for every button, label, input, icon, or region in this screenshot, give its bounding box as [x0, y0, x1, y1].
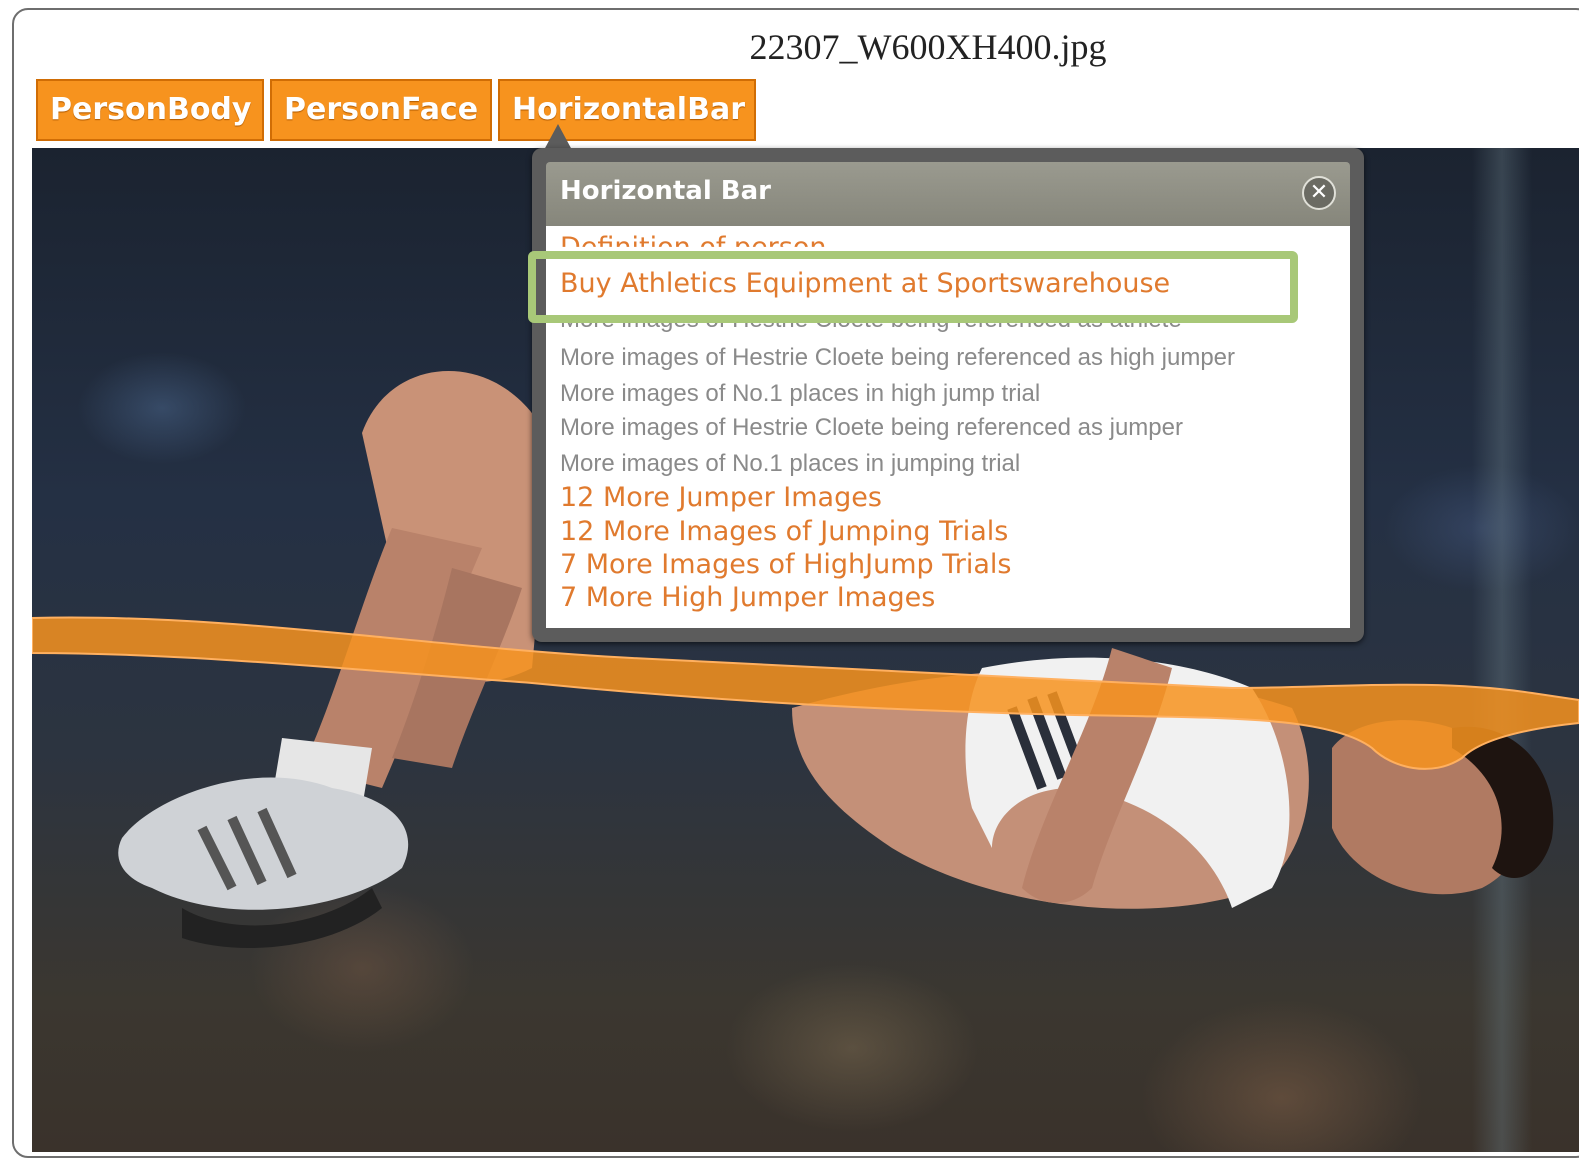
- tab-person-body[interactable]: PersonBody: [36, 79, 264, 141]
- label-tabs: PersonBody PersonFace HorizontalBar: [36, 79, 756, 141]
- close-icon[interactable]: ✕: [1302, 176, 1336, 210]
- athlete-shoe: [118, 777, 409, 910]
- highlight-box: [528, 251, 1298, 323]
- tab-person-face[interactable]: PersonFace: [270, 79, 492, 141]
- popup-link-high-jump-trial[interactable]: More images of No.1 places in high jump …: [560, 380, 1040, 408]
- image-file-title: 22307_W600XH400.jpg: [749, 27, 1107, 67]
- tab-horizontal-bar[interactable]: HorizontalBar: [498, 79, 756, 141]
- horizontal-bar-popup: Horizontal Bar ✕ Definition of person Bu…: [532, 148, 1364, 642]
- popup-header: Horizontal Bar ✕: [546, 162, 1350, 226]
- popup-pointer: [544, 124, 572, 150]
- popup-link-more-jumping-trials[interactable]: 12 More Images of Jumping Trials: [560, 516, 1008, 547]
- popup-link-more-highjump-trials[interactable]: 7 More Images of HighJump Trials: [560, 549, 1012, 580]
- popup-link-high-jumper-images[interactable]: More images of Hestrie Cloete being refe…: [560, 344, 1235, 372]
- popup-link-more-high-jumper-images[interactable]: 7 More High Jumper Images: [560, 582, 935, 613]
- popup-link-more-jumper-images[interactable]: 12 More Jumper Images: [560, 482, 882, 513]
- popup-link-jumping-trial[interactable]: More images of No.1 places in jumping tr…: [560, 450, 1020, 478]
- popup-link-jumper-images[interactable]: More images of Hestrie Cloete being refe…: [560, 414, 1183, 442]
- popup-title: Horizontal Bar: [560, 176, 771, 206]
